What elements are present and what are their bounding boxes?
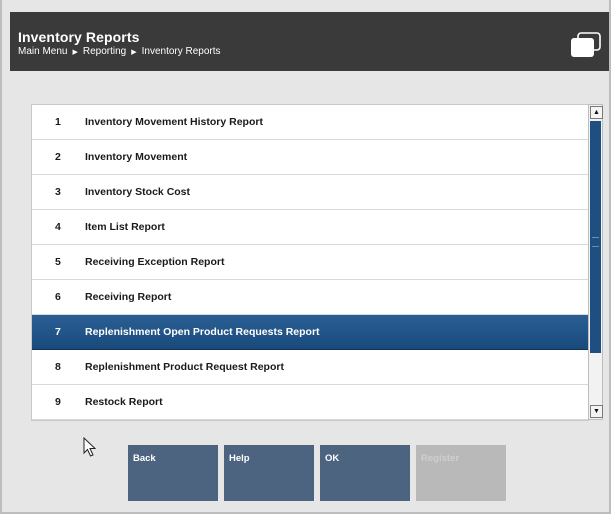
list-item-label: Replenishment Open Product Requests Repo… — [85, 326, 320, 338]
list-item-number: 5 — [55, 256, 61, 268]
breadcrumb-main-menu[interactable]: Main Menu — [18, 46, 67, 57]
breadcrumb-inventory-reports: Inventory Reports — [141, 46, 221, 57]
list-item[interactable]: 5 Receiving Exception Report — [32, 245, 588, 280]
list-item-number: 6 — [55, 291, 61, 303]
list-item-label: Inventory Stock Cost — [85, 186, 191, 198]
list-item-number: 7 — [55, 326, 61, 338]
scrollbar-grip-icon — [592, 237, 599, 247]
list-item-label: Replenishment Product Request Report — [85, 361, 284, 373]
ok-button[interactable]: OK — [320, 445, 410, 501]
list-item-label: Receiving Exception Report — [85, 256, 225, 268]
list-item[interactable]: 7 Replenishment Open Product Requests Rep… — [32, 315, 588, 350]
window-stack-icon[interactable] — [569, 32, 601, 58]
page-header: Inventory Reports Main Menu ▶ Reporting … — [10, 12, 609, 71]
help-button[interactable]: Help — [224, 445, 314, 501]
list-item-number: 9 — [55, 396, 61, 408]
list-item[interactable]: 3 Inventory Stock Cost — [32, 175, 588, 210]
triangle-up-icon[interactable]: ▲ — [590, 106, 603, 119]
list-item[interactable]: 6 Receiving Report — [32, 280, 588, 315]
breadcrumb-reporting[interactable]: Reporting — [83, 46, 126, 57]
list-item-number: 8 — [55, 361, 61, 373]
list-item-label: Receiving Report — [85, 291, 172, 303]
report-list-scrollbar[interactable]: ▲ ▼ — [588, 104, 603, 420]
breadcrumb-separator-icon: ▶ — [131, 48, 137, 56]
triangle-down-icon[interactable]: ▼ — [590, 405, 603, 418]
list-item-label: Inventory Movement — [85, 151, 188, 163]
list-item-label: Inventory Movement History Report — [85, 116, 263, 128]
list-item-label: Item List Report — [85, 221, 165, 233]
list-item-number: 1 — [55, 116, 61, 128]
breadcrumb-separator-icon: ▶ — [72, 48, 78, 56]
register-button: Register — [416, 445, 506, 501]
list-item[interactable]: 4 Item List Report — [32, 210, 588, 245]
list-item-number: 4 — [55, 221, 61, 233]
list-item-label: Restock Report — [85, 396, 163, 408]
list-item-number: 2 — [55, 151, 61, 163]
list-item[interactable]: 1 Inventory Movement History Report — [32, 105, 588, 140]
list-item[interactable]: 2 Inventory Movement — [32, 140, 588, 175]
scrollbar-thumb[interactable] — [590, 121, 601, 353]
list-item[interactable]: 8 Replenishment Product Request Report — [32, 350, 588, 385]
page-title: Inventory Reports — [18, 29, 140, 45]
back-button[interactable]: Back — [128, 445, 218, 501]
mouse-pointer-icon — [83, 437, 97, 457]
breadcrumb: Main Menu ▶ Reporting ▶ Inventory Report… — [18, 46, 221, 57]
list-item-number: 3 — [55, 186, 61, 198]
report-list: 1 Inventory Movement History Report 2 Inven… — [31, 104, 589, 421]
list-item[interactable]: 9 Restock Report — [32, 385, 588, 420]
